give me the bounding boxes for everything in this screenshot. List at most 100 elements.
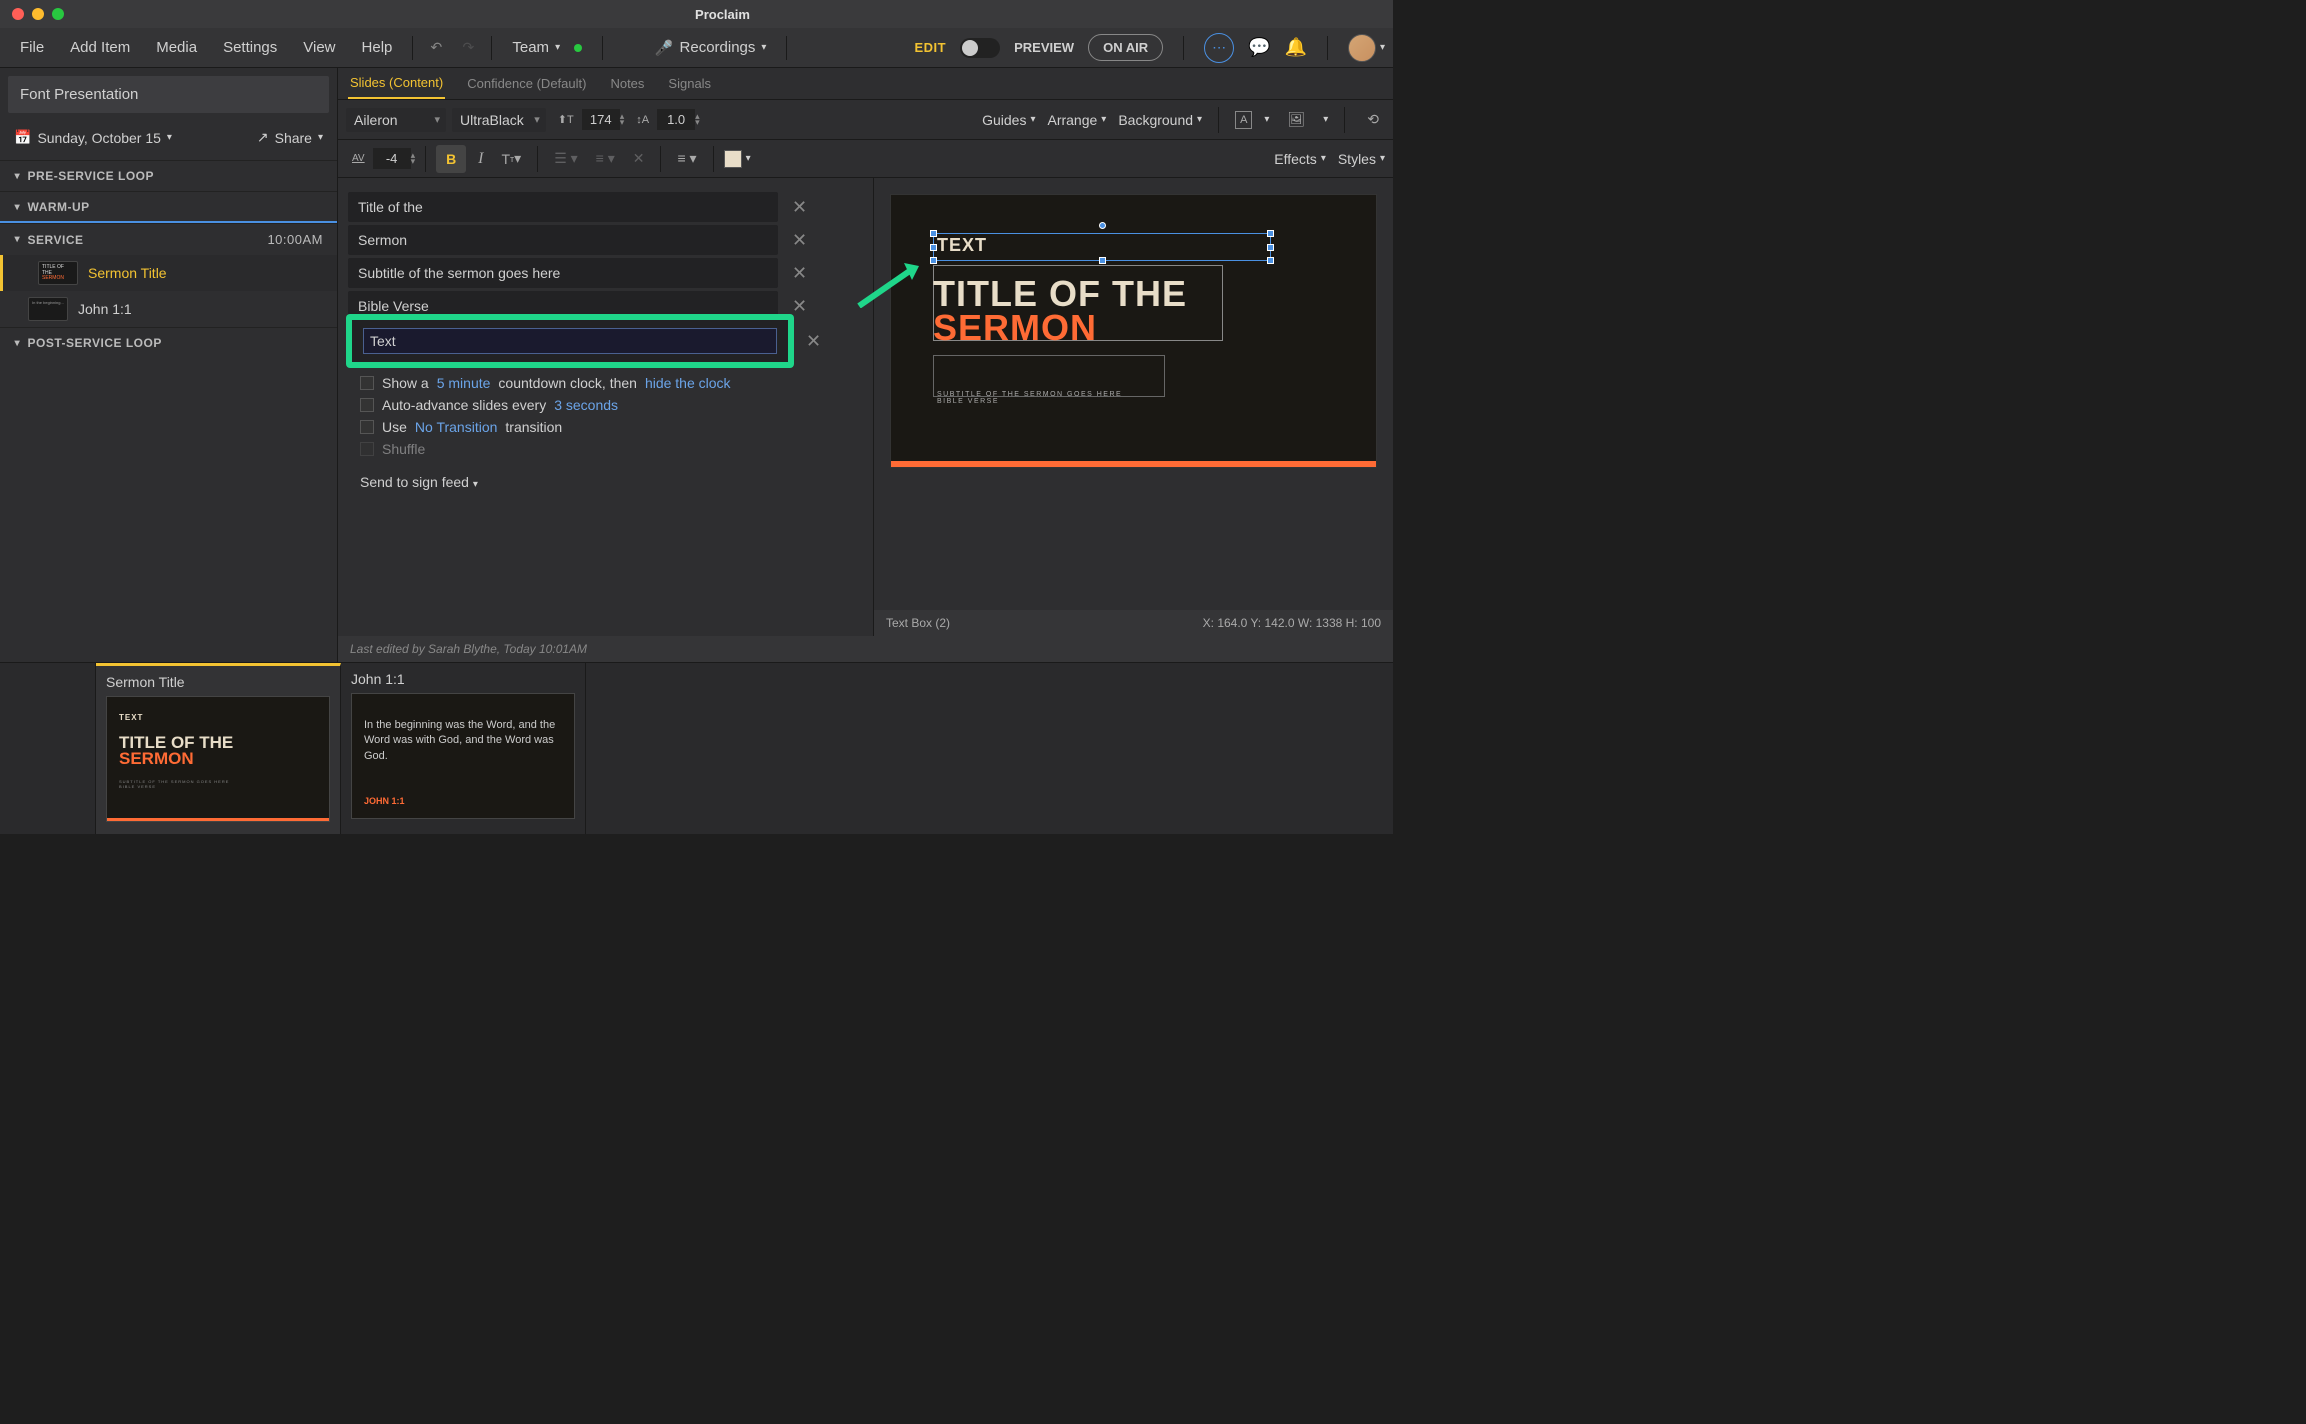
editor-tabs: Slides (Content) Confidence (Default) No… <box>338 68 1393 100</box>
guides-dropdown[interactable]: Guides ▾ <box>982 112 1035 128</box>
preview-mode-label: PREVIEW <box>1014 40 1074 55</box>
share-button[interactable]: ↗ Share ▾ <box>257 129 323 146</box>
arrange-dropdown[interactable]: Arrange ▾ <box>1047 112 1106 128</box>
textbox-icon[interactable]: A <box>1235 111 1252 129</box>
italic-button[interactable]: I <box>472 146 489 172</box>
menu-file[interactable]: File <box>8 33 56 62</box>
date-picker[interactable]: 📅 Sunday, October 15 ▾ <box>14 129 172 146</box>
canvas-text-element[interactable]: TEXT <box>937 235 987 256</box>
clear-format-button[interactable]: ✕ <box>627 146 651 171</box>
tab-confidence[interactable]: Confidence (Default) <box>465 69 588 98</box>
transition-option[interactable]: Use No Transition transition <box>348 416 863 438</box>
remove-field-button[interactable]: ✕ <box>786 230 810 251</box>
team-dropdown[interactable]: Team▾ <box>500 33 594 62</box>
auto-advance-duration-link[interactable]: 3 seconds <box>554 397 618 413</box>
chevron-down-icon: ▸ <box>11 204 22 210</box>
text-case-button[interactable]: Tт ▾ <box>495 146 527 171</box>
menu-settings[interactable]: Settings <box>211 33 289 62</box>
chevron-down-icon: ▸ <box>11 173 22 179</box>
maximize-window-button[interactable] <box>52 8 64 20</box>
shuffle-option[interactable]: Shuffle <box>348 438 863 460</box>
canvas-subtitle[interactable]: SUBTITLE OF THE SERMON GOES HERE BIBLE V… <box>937 391 1122 405</box>
styles-dropdown[interactable]: Styles ▾ <box>1338 151 1385 167</box>
section-pre-service[interactable]: ▸ PRE-SERVICE LOOP <box>0 160 337 191</box>
close-window-button[interactable] <box>12 8 24 20</box>
send-to-sign-dropdown[interactable]: Send to sign feed ▾ <box>348 460 863 504</box>
slide-thumbnail: TITLE OF THESERMON <box>38 261 78 285</box>
image-icon[interactable]: 🖼 <box>1281 107 1311 132</box>
title-line-1-field[interactable]: Title of the <box>348 192 778 222</box>
section-warm-up[interactable]: ▸ WARM-UP <box>0 191 337 223</box>
line-height-input[interactable] <box>657 109 695 130</box>
align-button[interactable]: ≡ ▾ <box>671 146 702 171</box>
window-controls <box>12 8 64 20</box>
on-air-button[interactable]: ON AIR <box>1088 34 1163 61</box>
font-size-icon: ⬆T <box>552 109 580 130</box>
edit-preview-toggle[interactable] <box>960 38 1000 58</box>
minimize-window-button[interactable] <box>32 8 44 20</box>
effects-dropdown[interactable]: Effects ▾ <box>1274 151 1326 167</box>
online-indicator-icon <box>574 44 582 52</box>
tracking-input[interactable] <box>373 148 411 169</box>
tracking-stepper[interactable]: ▴▾ <box>411 153 416 164</box>
countdown-option[interactable]: Show a 5 minute countdown clock, then hi… <box>348 372 863 394</box>
subtitle-field[interactable]: Subtitle of the sermon goes here <box>348 258 778 288</box>
text-color-picker[interactable]: ▾ <box>724 150 751 168</box>
countdown-action-link[interactable]: hide the clock <box>645 375 731 391</box>
presentation-name[interactable]: Font Presentation <box>8 76 329 113</box>
remove-field-button[interactable]: ✕ <box>800 331 824 352</box>
text-input[interactable] <box>363 328 777 354</box>
tab-signals[interactable]: Signals <box>666 69 713 98</box>
auto-advance-option[interactable]: Auto-advance slides every 3 seconds <box>348 394 863 416</box>
auto-advance-checkbox[interactable] <box>360 398 374 412</box>
annotation-arrow-icon <box>854 258 924 308</box>
chevron-down-icon: ▸ <box>11 340 22 346</box>
redo-button[interactable]: ↷ <box>453 33 483 63</box>
menu-media[interactable]: Media <box>144 33 209 62</box>
section-service[interactable]: ▸ SERVICE 10:00AM <box>0 223 337 255</box>
countdown-duration-link[interactable]: 5 minute <box>437 375 491 391</box>
bullet-list-button[interactable]: ☰ ▾ <box>548 146 583 171</box>
slide-canvas[interactable]: TEXT TITLE OF THE SERMON SUBTITLE OF THE… <box>890 194 1377 468</box>
shuffle-checkbox[interactable] <box>360 442 374 456</box>
text-toolbar-1: Aileron UltraBlack ⬆T ▴▾ ↕A ▴▾ Guides ▾ … <box>338 100 1393 140</box>
undo-button[interactable]: ↶ <box>421 33 451 63</box>
timeline-item-john-1-1[interactable]: John 1:1 In the beginning was the Word, … <box>341 663 586 834</box>
menu-add-item[interactable]: Add Item <box>58 33 142 62</box>
transition-checkbox[interactable] <box>360 420 374 434</box>
remove-field-button[interactable]: ✕ <box>786 263 810 284</box>
indent-button[interactable]: ≡ ▾ <box>590 146 621 171</box>
recordings-dropdown[interactable]: 🎤 Recordings ▾ <box>643 39 779 57</box>
line-height-stepper[interactable]: ▴▾ <box>695 114 700 125</box>
timeline-item-sermon-title[interactable]: Sermon Title TEXT TITLE OF THE SERMON SU… <box>96 663 341 834</box>
refresh-icon[interactable]: ⟲ <box>1361 107 1385 132</box>
font-family-select[interactable]: Aileron <box>346 108 446 132</box>
edit-mode-label: EDIT <box>915 40 947 55</box>
remove-field-button[interactable]: ✕ <box>786 197 810 218</box>
font-weight-select[interactable]: UltraBlack <box>452 108 546 132</box>
slide-item-sermon-title[interactable]: TITLE OF THESERMON Sermon Title <box>0 255 337 291</box>
user-menu[interactable]: ▾ <box>1348 34 1385 62</box>
text-field-highlighted[interactable] <box>348 316 792 366</box>
remove-field-button[interactable]: ✕ <box>786 296 810 317</box>
background-dropdown[interactable]: Background ▾ <box>1118 112 1202 128</box>
transition-type-link[interactable]: No Transition <box>415 419 497 435</box>
chat-icon[interactable]: 💬 <box>1248 37 1270 58</box>
countdown-checkbox[interactable] <box>360 376 374 390</box>
menu-help[interactable]: Help <box>350 33 405 62</box>
timeline-spacer <box>0 663 96 834</box>
mic-icon: 🎤 <box>655 39 674 57</box>
canvas-title[interactable]: TITLE OF THE SERMON <box>933 277 1187 345</box>
tab-slides[interactable]: Slides (Content) <box>348 68 445 99</box>
last-edited-label: Last edited by Sarah Blythe, Today 10:01… <box>338 636 1393 662</box>
tab-notes[interactable]: Notes <box>608 69 646 98</box>
font-size-stepper[interactable]: ▴▾ <box>620 114 625 125</box>
title-line-2-field[interactable]: Sermon <box>348 225 778 255</box>
font-size-input[interactable] <box>582 109 620 130</box>
menu-view[interactable]: View <box>291 33 347 62</box>
more-actions-button[interactable]: ⋯ <box>1204 33 1234 63</box>
slide-item-john-1-1[interactable]: In the beginning... John 1:1 <box>0 291 337 327</box>
bold-button[interactable]: B <box>436 145 466 173</box>
notifications-icon[interactable]: 🔔 <box>1285 37 1307 58</box>
section-post-service[interactable]: ▸ POST-SERVICE LOOP <box>0 327 337 358</box>
